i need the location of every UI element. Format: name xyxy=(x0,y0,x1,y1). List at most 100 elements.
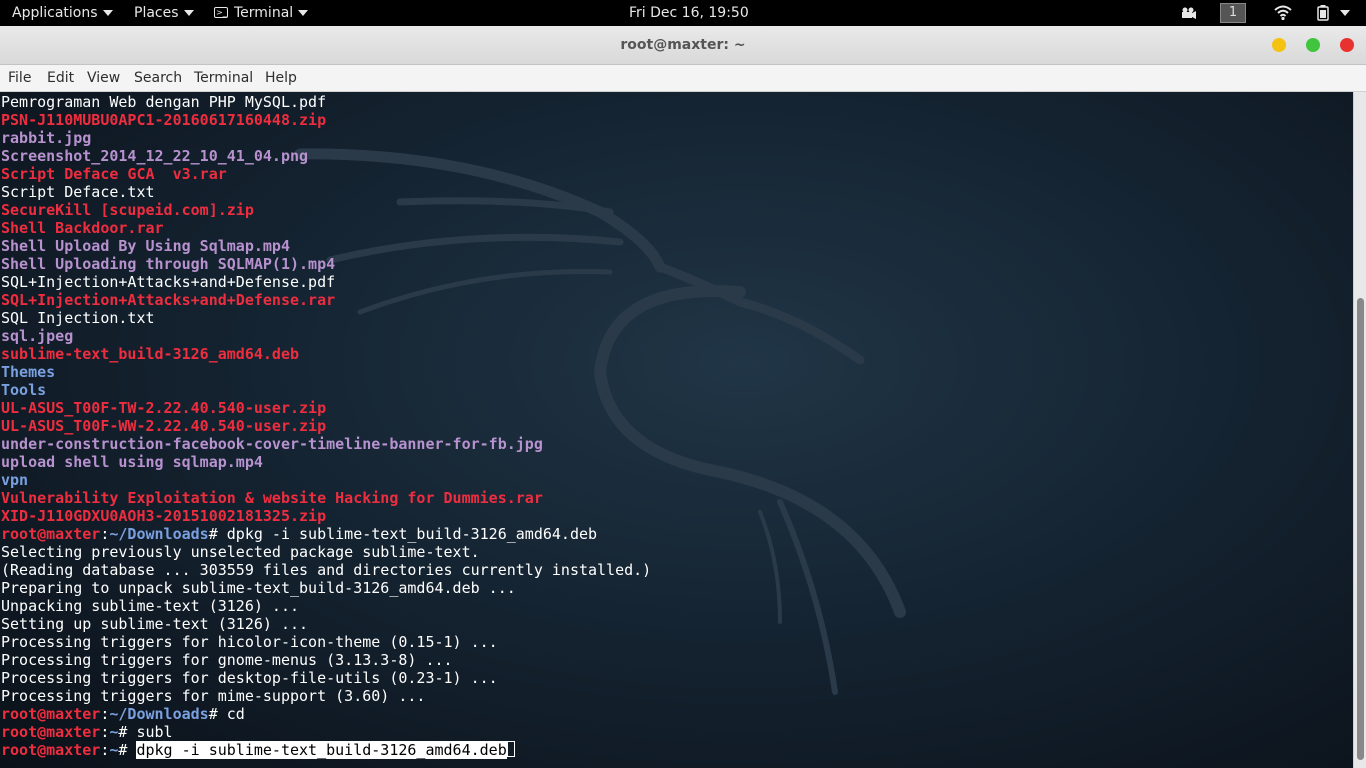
line-text: UL-ASUS_T00F-WW-2.22.40.540-user.zip xyxy=(1,417,327,435)
menu-view[interactable]: View xyxy=(87,65,120,91)
clock[interactable]: Fri Dec 16, 19:50 xyxy=(629,0,749,26)
selected-command-text[interactable]: dpkg -i sublime-text_build-3126_amd64.de… xyxy=(136,741,507,759)
line-text: upload shell using sqlmap.mp4 xyxy=(1,453,263,471)
prompt-symbol: # xyxy=(118,741,137,759)
line-text: Processing triggers for desktop-file-uti… xyxy=(1,669,498,687)
line-text: Vulnerability Exploitation & website Hac… xyxy=(1,489,543,507)
line-text: Processing triggers for mime-support (3.… xyxy=(1,687,426,705)
scrollbar-thumb[interactable] xyxy=(1357,298,1364,760)
terminal-output-line: sql.jpeg xyxy=(1,327,651,345)
terminal-output-line: Themes xyxy=(1,363,651,381)
terminal-output-line: Screenshot_2014_12_22_10_41_04.png xyxy=(1,147,651,165)
terminal-output-line: vpn xyxy=(1,471,651,489)
terminal-output-line: Processing triggers for gnome-menus (3.1… xyxy=(1,651,651,669)
line-text: Setting up sublime-text (3126) ... xyxy=(1,615,309,633)
line-text: vpn xyxy=(1,471,29,489)
terminal-prompt-line: root@maxter:~# subl xyxy=(1,723,651,741)
wifi-icon[interactable] xyxy=(1274,0,1292,26)
video-cam-icon[interactable] xyxy=(1180,0,1196,26)
terminal-output-line: upload shell using sqlmap.mp4 xyxy=(1,453,651,471)
places-menu[interactable]: Places xyxy=(134,0,194,26)
terminal-output-line: sublime-text_build-3126_amd64.deb xyxy=(1,345,651,363)
prompt-user: root@maxter xyxy=(1,741,101,759)
prompt-command: cd xyxy=(226,705,245,723)
window-titlebar[interactable]: root@maxter: ~ xyxy=(0,26,1366,65)
line-text: Shell Uploading through SQLMAP(1).mp4 xyxy=(1,255,336,273)
line-text: Unpacking sublime-text (3126) ... xyxy=(1,597,300,615)
terminal-output-line: Processing triggers for mime-support (3.… xyxy=(1,687,651,705)
maximize-button[interactable] xyxy=(1306,38,1320,52)
text-cursor xyxy=(506,741,515,757)
line-text: XID-J110GDXU0AOH3-20151002181325.zip xyxy=(1,507,327,525)
applications-menu[interactable]: Applications xyxy=(12,0,113,26)
line-text: Preparing to unpack sublime-text_build-3… xyxy=(1,579,516,597)
terminal-scrollbar[interactable] xyxy=(1353,92,1366,768)
line-text: Selecting previously unselected package … xyxy=(1,543,480,561)
terminal-output-line: Script Deface.txt xyxy=(1,183,651,201)
terminal-output-line: SQL+Injection+Attacks+and+Defense.pdf xyxy=(1,273,651,291)
prompt-path: ~/Downloads xyxy=(109,525,209,543)
terminal-output-line: Vulnerability Exploitation & website Hac… xyxy=(1,489,651,507)
workspace-number: 1 xyxy=(1220,3,1246,23)
line-text: SecureKill [scupeid.com].zip xyxy=(1,201,254,219)
terminal-prompt-line: root@maxter:~/Downloads# dpkg -i sublime… xyxy=(1,525,651,543)
terminal-output-line: Preparing to unpack sublime-text_build-3… xyxy=(1,579,651,597)
chevron-down-icon xyxy=(102,10,113,16)
line-text: Shell Backdoor.rar xyxy=(1,219,164,237)
places-label: Places xyxy=(134,5,179,21)
line-text: Script Deface GCA v3.rar xyxy=(1,165,227,183)
terminal-output[interactable]: Pemrograman Web dengan PHP MySQL.pdf PSN-… xyxy=(0,92,1353,768)
line-text: (Reading database ... 303559 files and d… xyxy=(1,561,652,579)
line-text: rabbit.jpg xyxy=(1,129,92,147)
terminal-output-line: Processing triggers for hicolor-icon-the… xyxy=(1,633,651,651)
line-text: sublime-text_build-3126_amd64.deb xyxy=(1,345,300,363)
chevron-down-icon xyxy=(183,10,194,16)
terminal-lines: Pemrograman Web dengan PHP MySQL.pdf PSN-… xyxy=(1,93,651,759)
terminal-output-line: Shell Upload By Using Sqlmap.mp4 xyxy=(1,237,651,255)
line-text: UL-ASUS_T00F-TW-2.22.40.540-user.zip xyxy=(1,399,327,417)
line-text: Pemrograman Web dengan PHP MySQL.pdf xyxy=(1,93,327,111)
line-text: SQL+Injection+Attacks+and+Defense.pdf xyxy=(1,273,336,291)
applications-label: Applications xyxy=(12,5,98,21)
terminal-output-line: SecureKill [scupeid.com].zip xyxy=(1,201,651,219)
window-title: root@maxter: ~ xyxy=(620,37,746,53)
minimize-button[interactable] xyxy=(1272,38,1286,52)
line-text: Tools xyxy=(1,381,47,399)
menu-terminal[interactable]: Terminal xyxy=(194,65,253,91)
line-text: Screenshot_2014_12_22_10_41_04.png xyxy=(1,147,309,165)
prompt-user: root@maxter xyxy=(1,705,101,723)
line-text: SQL+Injection+Attacks+and+Defense.rar xyxy=(1,291,336,309)
menu-search[interactable]: Search xyxy=(134,65,182,91)
terminal-output-line: Pemrograman Web dengan PHP MySQL.pdf xyxy=(1,93,651,111)
system-menu[interactable] xyxy=(1340,0,1350,26)
terminal-output-line: Tools xyxy=(1,381,651,399)
terminal-prompt-line: root@maxter:~# dpkg -i sublime-text_buil… xyxy=(1,741,651,759)
close-button[interactable] xyxy=(1340,38,1354,52)
terminal-output-line: Shell Backdoor.rar xyxy=(1,219,651,237)
workspace-indicator[interactable]: 1 xyxy=(1220,0,1246,26)
chevron-down-icon xyxy=(1340,10,1350,16)
terminal-output-line: Shell Uploading through SQLMAP(1).mp4 xyxy=(1,255,651,273)
terminal-output-line: UL-ASUS_T00F-WW-2.22.40.540-user.zip xyxy=(1,417,651,435)
terminal-app-label: Terminal xyxy=(234,5,294,21)
terminal-output-line: Script Deface GCA v3.rar xyxy=(1,165,651,183)
menu-file[interactable]: File xyxy=(8,65,31,91)
prompt-command: subl xyxy=(136,723,173,741)
prompt-command: dpkg -i sublime-text_build-3126_amd64.de… xyxy=(226,525,598,543)
terminal-output-line: UL-ASUS_T00F-TW-2.22.40.540-user.zip xyxy=(1,399,651,417)
prompt-symbol: # xyxy=(208,525,227,543)
line-text: under-construction-facebook-cover-timeli… xyxy=(1,435,543,453)
prompt-user: root@maxter xyxy=(1,525,101,543)
terminal-output-line: Processing triggers for desktop-file-uti… xyxy=(1,669,651,687)
terminal-output-line: PSN-J110MUBU0APC1-20160617160448.zip xyxy=(1,111,651,129)
battery-icon[interactable] xyxy=(1316,0,1330,26)
menu-help[interactable]: Help xyxy=(265,65,297,91)
menu-edit[interactable]: Edit xyxy=(47,65,74,91)
line-text: sql.jpeg xyxy=(1,327,74,345)
prompt-symbol: # xyxy=(118,723,137,741)
line-text: Shell Upload By Using Sqlmap.mp4 xyxy=(1,237,290,255)
line-text: Script Deface.txt xyxy=(1,183,155,201)
terminal-output-line: XID-J110GDXU0AOH3-20151002181325.zip xyxy=(1,507,651,525)
line-text: PSN-J110MUBU0APC1-20160617160448.zip xyxy=(1,111,327,129)
terminal-app-menu[interactable]: >_ Terminal xyxy=(214,0,309,26)
